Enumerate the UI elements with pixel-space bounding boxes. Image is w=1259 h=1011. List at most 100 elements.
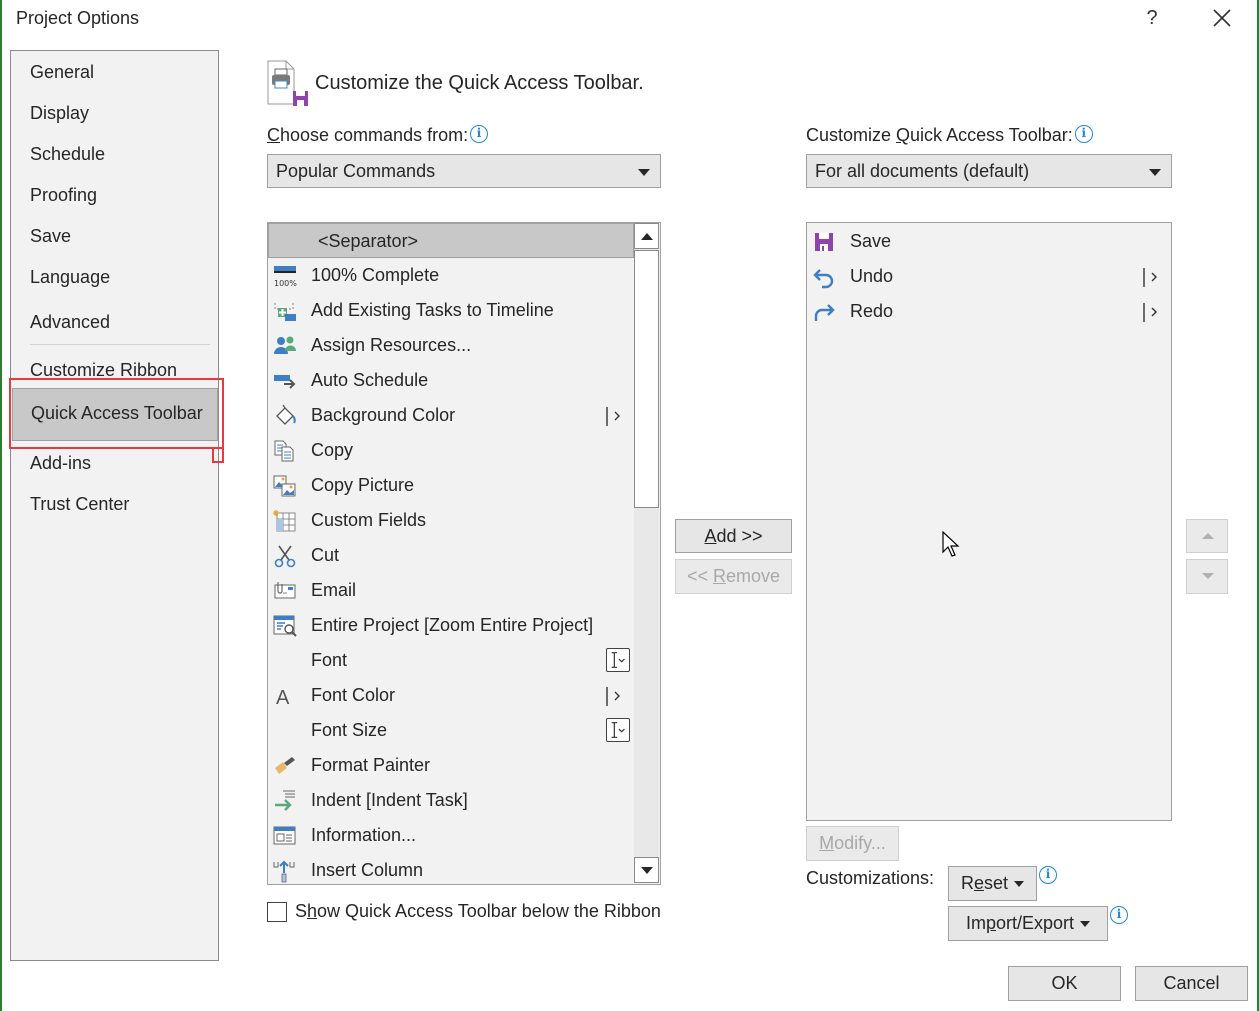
save-icon <box>815 233 833 251</box>
command-list-item[interactable]: Cut <box>268 538 634 573</box>
command-list-item[interactable]: Custom Fields <box>268 503 634 538</box>
commands-list[interactable]: <Separator> 100% 100% Complete Add Existing… <box>267 222 661 885</box>
choose-commands-dropdown[interactable]: Popular Commands <box>267 154 661 188</box>
command-list-item[interactable]: Entire Project [Zoom Entire Project] <box>268 608 634 643</box>
sidebar-divider <box>30 344 210 345</box>
format-painter-icon <box>275 757 295 774</box>
sidebar-item-advanced[interactable]: Advanced <box>30 312 110 333</box>
import-export-info-icon[interactable]: i <box>1110 906 1128 924</box>
info-icon[interactable]: i <box>470 125 489 143</box>
commands-scrollbar[interactable] <box>634 223 659 883</box>
dropdown-arrow-icon <box>1149 169 1161 176</box>
close-icon <box>1213 9 1231 27</box>
modify-button[interactable]: Modify... <box>806 826 899 861</box>
qat-list-item-save[interactable]: Save <box>807 224 1171 259</box>
dropdown-arrow-icon <box>638 169 650 176</box>
qat-commands-list[interactable]: Save Undo Redo <box>806 222 1172 821</box>
command-label: Copy Picture <box>311 475 415 495</box>
customize-qat-dropdown[interactable]: For all documents (default) <box>806 154 1172 188</box>
show-below-ribbon-checkbox[interactable] <box>267 902 287 922</box>
command-list-item[interactable]: 100% 100% Complete <box>268 258 634 293</box>
customizations-label: Customizations: <box>806 868 935 888</box>
auto-schedule-icon <box>274 375 296 389</box>
command-list-item[interactable]: Font Size <box>268 713 634 748</box>
command-list-item[interactable]: Email <box>268 573 634 608</box>
command-label: 100% Complete <box>311 265 440 285</box>
copy-icon <box>274 440 294 462</box>
cancel-button[interactable]: Cancel <box>1135 966 1248 1001</box>
svg-text:A: A <box>276 687 290 708</box>
sidebar-item-add-ins[interactable]: Add-ins <box>30 453 91 474</box>
scissors-icon <box>274 545 296 568</box>
copy-picture-icon <box>273 475 296 497</box>
submenu-arrow-icon <box>1143 303 1157 322</box>
command-list-item[interactable]: Copy <box>268 433 634 468</box>
font-color-icon: A <box>276 687 290 708</box>
command-list-item[interactable]: Indent [Indent Task] <box>268 783 634 818</box>
sidebar-item-quick-access-toolbar[interactable]: Quick Access Toolbar <box>12 388 218 441</box>
command-list-item[interactable]: Insert Column <box>268 853 634 884</box>
move-down-button[interactable] <box>1186 559 1228 594</box>
command-label: Cut <box>311 545 340 565</box>
choose-commands-value: Popular Commands <box>276 161 436 181</box>
command-label: Copy <box>311 440 354 460</box>
sidebar-item-save[interactable]: Save <box>30 226 71 247</box>
qat-page-icon <box>266 60 310 108</box>
command-list-item[interactable]: Information... <box>268 818 634 853</box>
sidebar-item-schedule[interactable]: Schedule <box>30 144 105 165</box>
sidebar-item-display[interactable]: Display <box>30 103 89 124</box>
ok-button[interactable]: OK <box>1008 966 1121 1001</box>
reset-info-icon[interactable]: i <box>1039 866 1057 884</box>
command-label: Auto Schedule <box>311 370 429 390</box>
svg-text:100%: 100% <box>274 279 297 288</box>
dropdown-arrow-icon <box>1014 881 1025 888</box>
indent-icon <box>275 790 295 811</box>
help-button[interactable]: ? <box>1141 4 1163 32</box>
sidebar-item-language[interactable]: Language <box>30 267 110 288</box>
arrow-down-icon <box>641 867 653 874</box>
scroll-up-button[interactable] <box>634 223 659 249</box>
command-list-item[interactable]: Auto Schedule <box>268 363 634 398</box>
move-up-button[interactable] <box>1186 519 1228 553</box>
sidebar-item-proofing[interactable]: Proofing <box>30 185 97 206</box>
command-list-item[interactable]: Assign Resources... <box>268 328 634 363</box>
command-label: Indent [Indent Task] <box>311 790 468 810</box>
submenu-arrow-icon <box>1143 268 1157 287</box>
zoom-project-icon <box>273 615 297 637</box>
import-export-button[interactable]: Import/Export <box>948 906 1108 941</box>
command-list-item[interactable]: A Font Color <box>268 678 634 713</box>
qat-list-item-undo[interactable]: Undo <box>807 259 1171 294</box>
scroll-down-button[interactable] <box>634 857 659 883</box>
command-label: Entire Project [Zoom Entire Project] <box>311 615 594 635</box>
command-list-item[interactable]: Add Existing Tasks to Timeline <box>268 293 634 328</box>
undo-icon <box>813 269 834 289</box>
command-list-item[interactable]: Background Color <box>268 398 634 433</box>
sidebar-item-general[interactable]: General <box>30 62 94 83</box>
scroll-thumb[interactable] <box>634 250 659 508</box>
command-label: Email <box>311 580 357 600</box>
options-sidebar: General Display Schedule Proofing Save L… <box>10 50 219 961</box>
reset-button[interactable]: Reset <box>948 866 1037 901</box>
command-label: Assign Resources... <box>311 335 472 355</box>
command-label: Information... <box>311 825 417 845</box>
arrow-up-icon <box>1202 533 1214 539</box>
email-icon <box>274 582 296 599</box>
insert-column-icon <box>273 860 295 883</box>
command-label: Custom Fields <box>311 510 427 530</box>
command-list-item[interactable]: <Separator> <box>268 223 634 258</box>
show-below-ribbon-label[interactable]: Show Quick Access Toolbar below the Ribb… <box>295 901 661 922</box>
add-button[interactable]: Add >> <box>675 519 792 553</box>
sidebar-item-trust-center[interactable]: Trust Center <box>30 494 129 515</box>
close-button[interactable] <box>1208 4 1236 32</box>
text-box-dropdown-icon <box>606 648 630 672</box>
command-list-item[interactable]: Copy Picture <box>268 468 634 503</box>
redo-icon <box>814 304 835 321</box>
qat-list-item-redo[interactable]: Redo <box>807 294 1171 329</box>
command-list-item[interactable]: Font <box>268 643 634 678</box>
info-icon[interactable]: i <box>1074 125 1093 143</box>
percent-complete-icon: 100% <box>274 266 297 288</box>
remove-button[interactable]: << Remove <box>675 559 792 594</box>
command-list-item[interactable]: Format Painter <box>268 748 634 783</box>
sidebar-item-customize-ribbon[interactable]: Customize Ribbon <box>30 360 177 381</box>
paint-bucket-icon <box>276 404 296 425</box>
